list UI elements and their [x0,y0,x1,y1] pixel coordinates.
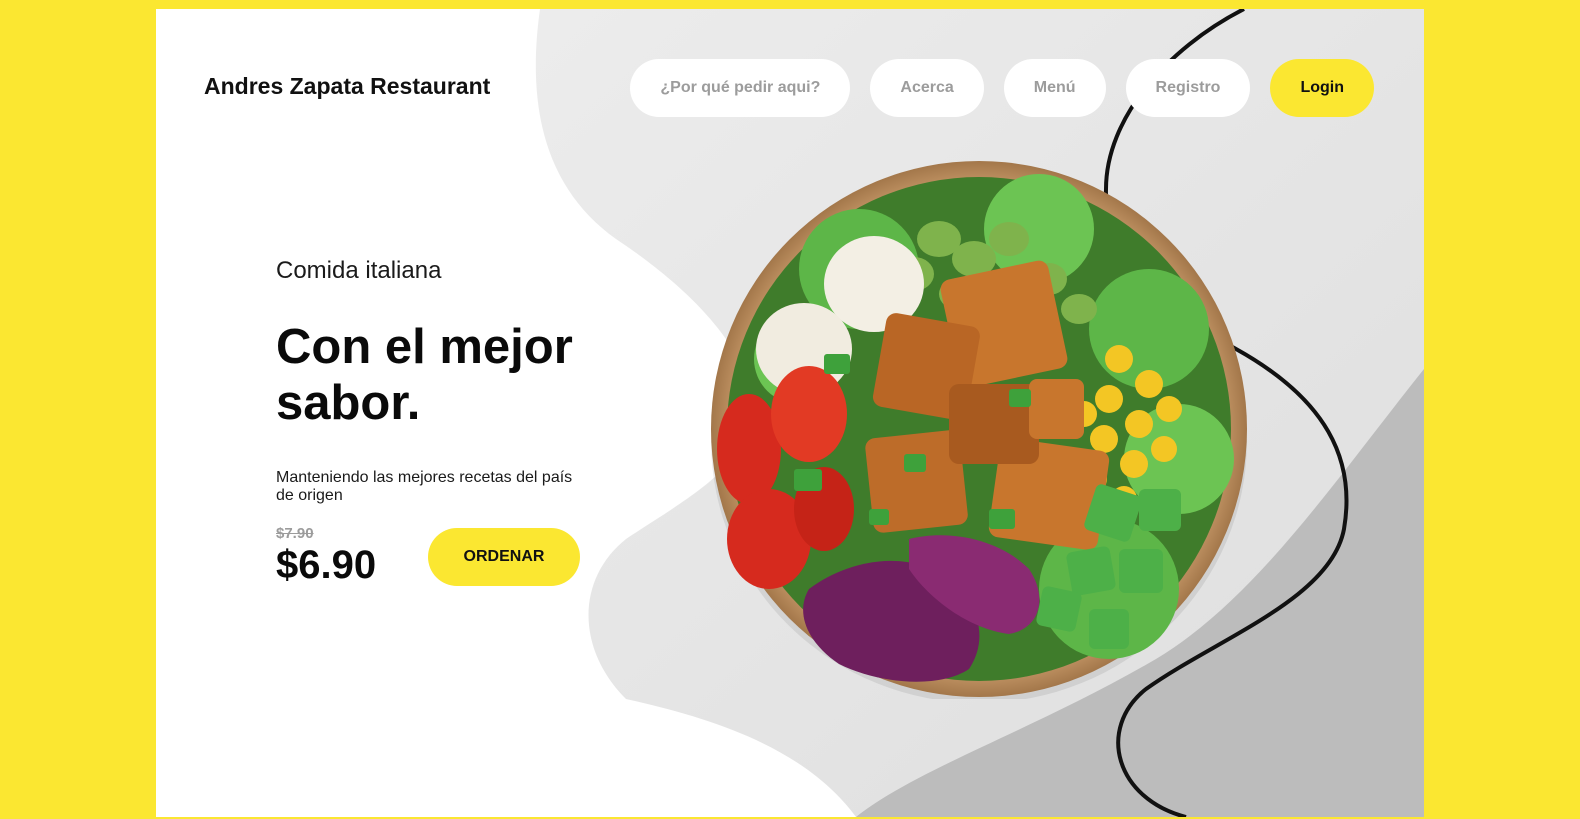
login-button[interactable]: Login [1270,59,1374,117]
hero-section: Comida italiana Con el mejor sabor. Mant… [276,257,616,505]
brand-name: Andres Zapata Restaurant [204,73,491,99]
hero-eyebrow: Comida italiana [276,257,442,284]
nav-item-menu[interactable]: Menú [1003,59,1106,117]
salad-bowl-icon [711,161,1247,699]
landing-page: Andres Zapata Restaurant ¿Por qué pedir … [156,9,1424,817]
nav-item-why-order[interactable]: ¿Por qué pedir aqui? [630,59,851,117]
nav-item-register[interactable]: Registro [1125,59,1251,117]
main-nav: ¿Por qué pedir aqui? Acerca Menú Registr… [630,59,1374,117]
hero-description: Manteniendo las mejores recetas del país… [276,469,573,504]
old-price: $7.90 [276,525,314,542]
order-button[interactable]: ORDENAR [428,528,580,586]
current-price: $6.90 [276,543,377,587]
hero-headline: Con el mejor sabor. [276,320,573,430]
nav-item-about[interactable]: Acerca [870,59,984,117]
price-row: $7.90 $6.90 ORDENAR [276,525,586,589]
